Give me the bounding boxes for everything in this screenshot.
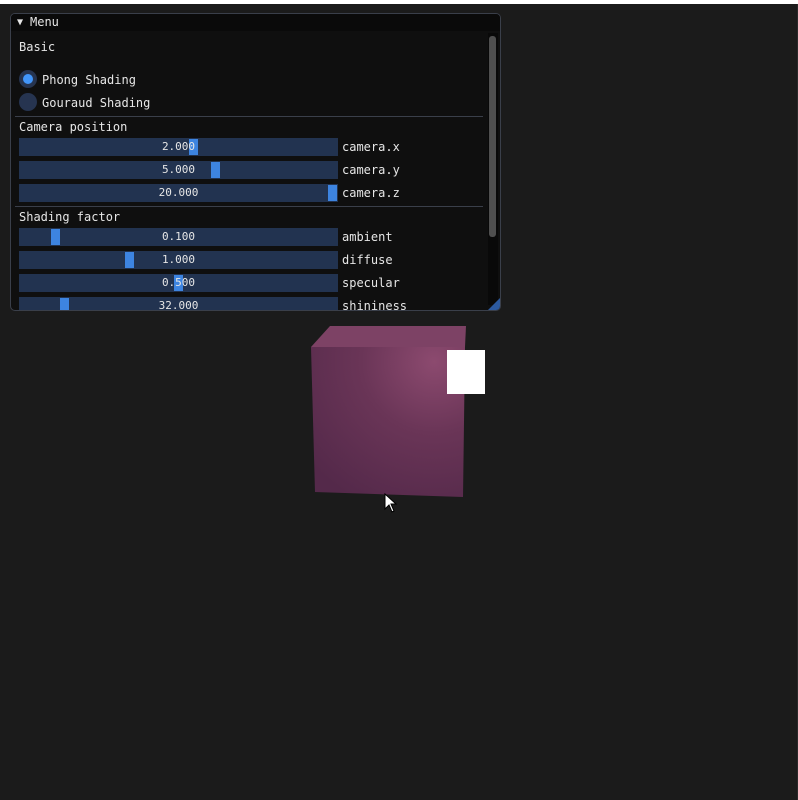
camera-x-label: camera.x (342, 140, 400, 154)
specular-label: specular (342, 276, 400, 290)
cube-front-face (311, 347, 465, 497)
phong-shading-radio[interactable] (19, 70, 37, 88)
ambient-slider[interactable]: 0.100 (19, 228, 338, 246)
slider-value: 2.000 (161, 140, 196, 153)
menu-content: Basic Phong Shading Gouraud Shading Came… (11, 31, 500, 310)
light-source (447, 350, 485, 394)
menu-title: Menu (30, 15, 59, 29)
gouraud-shading-label[interactable]: Gouraud Shading (42, 96, 150, 110)
slider-value: 32.000 (158, 299, 199, 310)
camera-x-slider[interactable]: 2.000 (19, 138, 338, 156)
collapse-triangle-icon[interactable]: ▼ (17, 14, 23, 31)
cube-top-face (311, 326, 466, 347)
vertical-scrollbar[interactable] (488, 33, 498, 305)
slider-value: 0.100 (161, 230, 196, 243)
slider-value: 1.000 (161, 253, 196, 266)
gouraud-shading-radio[interactable] (19, 93, 37, 111)
shininess-slider[interactable]: 32.000 (19, 297, 338, 310)
phong-shading-label[interactable]: Phong Shading (42, 73, 136, 87)
section-basic-header: Basic (19, 40, 56, 54)
menu-title-bar[interactable]: ▼ Menu (11, 14, 500, 31)
camera-y-slider[interactable]: 5.000 (19, 161, 338, 179)
menu-window[interactable]: ▼ Menu Basic Phong Shading Gouraud Shadi… (10, 13, 501, 311)
camera-z-label: camera.z (342, 186, 400, 200)
radio-selected-dot (23, 74, 33, 84)
camera-y-label: camera.y (342, 163, 400, 177)
shininess-label: shininess (342, 299, 408, 310)
slider-value: 0.500 (161, 276, 196, 289)
ambient-label: ambient (342, 230, 393, 244)
scrollbar-thumb[interactable] (489, 36, 496, 237)
mouse-pointer-icon (384, 493, 398, 513)
resize-grip-icon[interactable] (488, 298, 500, 310)
diffuse-slider[interactable]: 1.000 (19, 251, 338, 269)
viewport-top-edge (0, 0, 798, 4)
section-camera-header: Camera position (19, 120, 128, 134)
diffuse-label: diffuse (342, 253, 393, 267)
render-viewport[interactable] (305, 320, 495, 505)
specular-slider[interactable]: 0.500 (19, 274, 338, 292)
slider-value: 20.000 (158, 186, 199, 199)
section-shading-header: Shading factor (19, 210, 121, 224)
separator (15, 116, 483, 117)
slider-value: 5.000 (161, 163, 196, 176)
camera-z-slider[interactable]: 20.000 (19, 184, 338, 202)
separator (15, 206, 483, 207)
